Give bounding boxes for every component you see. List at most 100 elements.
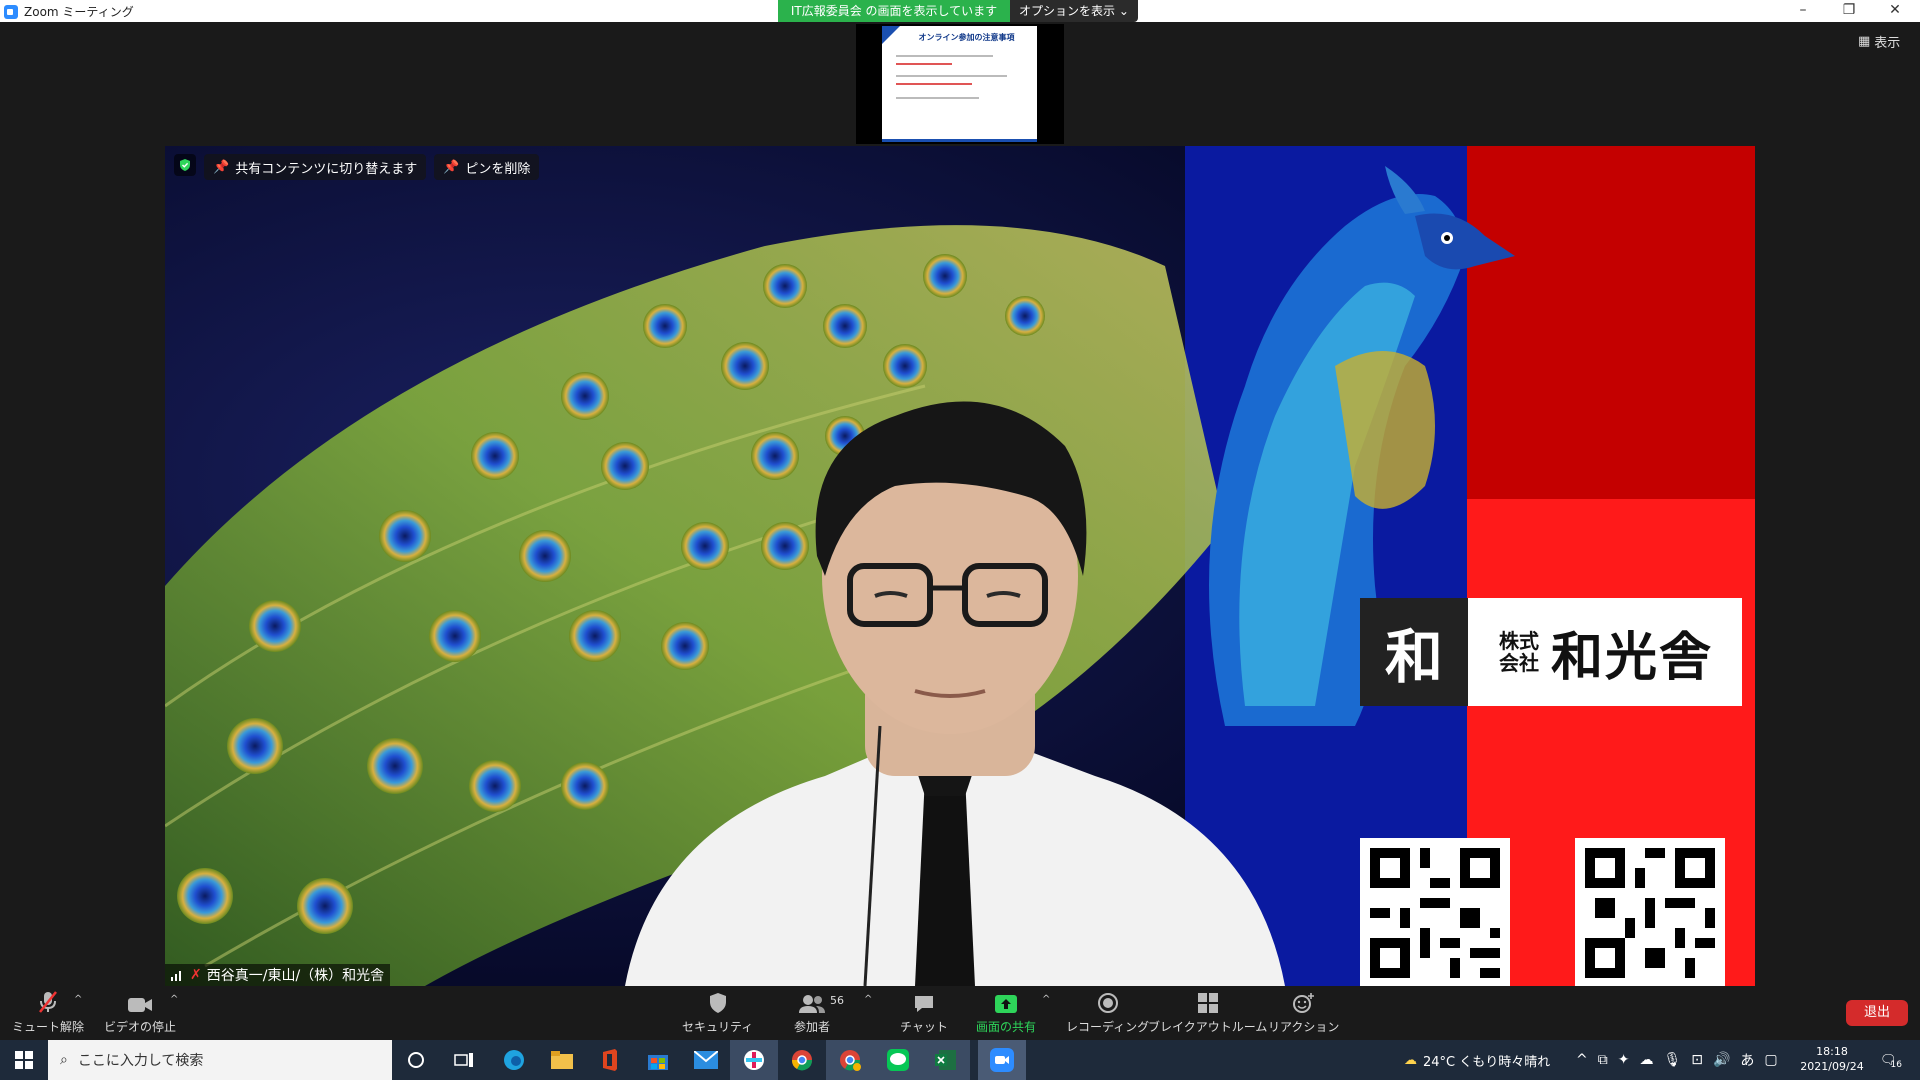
windows-taskbar: ⌕ ここに入力して検索 ☁ 24°C くもり時々晴れ ^ ⧉ ✦ ☁ 🎙 ⊡ 🔊…: [0, 1040, 1920, 1080]
qr-code: [1360, 838, 1510, 986]
taskbar-search-placeholder: ここに入力して検索: [77, 1053, 204, 1069]
participant-name-tag: ✗ 西谷真一/東山/（株）和光舎: [165, 964, 391, 986]
share-screen-icon: [994, 990, 1018, 1014]
logo-mark: 和: [1360, 598, 1468, 706]
chrome-profile-icon[interactable]: [826, 1040, 874, 1080]
chevron-down-icon: ⌄: [1118, 4, 1129, 18]
system-tray: ^ ⧉ ✦ ☁ 🎙 ⊡ 🔊 あ ▢: [1576, 1040, 1778, 1080]
leave-meeting-button[interactable]: 退出: [1846, 1000, 1908, 1026]
edge-icon[interactable]: [490, 1040, 538, 1080]
mail-icon[interactable]: [682, 1040, 730, 1080]
remove-pin-button[interactable]: 📌 ピンを削除: [434, 154, 540, 180]
logo-company-name: 和光舎: [1550, 626, 1713, 688]
remove-pin-label: ピンを削除: [465, 161, 531, 177]
view-button[interactable]: ▦ 表示: [1858, 32, 1900, 51]
volume-icon[interactable]: 🔊: [1713, 1052, 1730, 1068]
share-screen-button[interactable]: 画面の共有: [976, 990, 1036, 1035]
switch-to-shared-content-button[interactable]: 📌 共有コンテンツに切り替えます: [204, 154, 427, 180]
clock-date: 2021/09/24: [1800, 1060, 1864, 1073]
ime-indicator[interactable]: あ: [1740, 1050, 1754, 1070]
clock-time: 18:18: [1816, 1045, 1848, 1058]
chat-bubble-icon: [913, 990, 935, 1014]
signal-strength-icon: [171, 971, 181, 981]
share-screen-label: 画面の共有: [976, 1020, 1037, 1034]
line-icon[interactable]: [874, 1040, 922, 1080]
share-banner: IT広報委員会 の画面を表示しています: [778, 0, 1010, 22]
notification-count: 16: [1890, 1060, 1902, 1070]
qr-code-icon: [1585, 848, 1715, 978]
cloudy-sun-icon: ☁: [1404, 1052, 1417, 1068]
view-options-label: オプションを表示: [1019, 4, 1116, 18]
microphone-icon[interactable]: 🎙: [1663, 1052, 1681, 1068]
pin-icon: 📌: [213, 159, 230, 175]
slide-text-line: [896, 55, 994, 57]
active-speaker-video: 和 株式会社 和光舎 📌 共有コンテンツに切り替えます 📌 ピンを削除 ✗ 西谷…: [165, 146, 1755, 986]
video-options-caret-icon[interactable]: ^: [170, 994, 178, 1005]
slide-text-line: [896, 97, 980, 99]
window-title: Zoom ミーティング: [24, 5, 134, 19]
keyboard-icon[interactable]: ▢: [1764, 1052, 1777, 1068]
participant-name: 西谷真一/東山/（株）和光舎: [206, 968, 385, 984]
file-explorer-icon[interactable]: [538, 1040, 586, 1080]
qr-code: [1575, 838, 1725, 986]
slide-text-line: [896, 75, 1008, 77]
network-icon[interactable]: ⊡: [1691, 1052, 1703, 1068]
record-button[interactable]: レコーディング: [1066, 990, 1149, 1035]
zoom-window: Zoom ミーティング IT広報委員会 の画面を表示しています オプションを表示…: [0, 0, 1920, 1080]
taskbar-search-box[interactable]: ⌕ ここに入力して検索: [48, 1040, 392, 1080]
slide-corner-decoration: [882, 26, 900, 44]
participants-caret-icon[interactable]: ^: [864, 994, 872, 1005]
smiley-plus-icon: [1292, 990, 1316, 1014]
office-icon[interactable]: [586, 1040, 634, 1080]
tray-expand-icon[interactable]: ^: [1576, 1052, 1588, 1068]
windows-logo-icon: [15, 1051, 33, 1069]
slide-footer-bar: [882, 139, 1037, 142]
clock[interactable]: 18:18 2021/09/24: [1796, 1044, 1868, 1074]
reactions-button[interactable]: リアクション: [1268, 990, 1339, 1035]
onedrive-icon[interactable]: ☁: [1639, 1052, 1653, 1068]
record-icon: [1097, 990, 1119, 1014]
breakout-rooms-button[interactable]: ブレイクアウトルーム: [1148, 990, 1267, 1035]
participants-count: 56: [830, 994, 844, 1007]
grid-icon: ▦: [1858, 34, 1871, 49]
record-label: レコーディング: [1066, 1020, 1150, 1034]
company-logo: 和 株式会社 和光舎: [1360, 598, 1742, 706]
meeting-toolbar: ミュート解除 ^ ビデオの停止 ^ セキュリティ 参加者 56 ^ チャット 画…: [0, 986, 1920, 1040]
dropbox-icon[interactable]: ✦: [1618, 1052, 1630, 1068]
breakout-rooms-label: ブレイクアウトルーム: [1148, 1020, 1268, 1034]
cortana-button[interactable]: [392, 1040, 440, 1080]
notification-center-button[interactable]: 🗨 16: [1880, 1040, 1902, 1080]
minimize-button[interactable]: –: [1780, 0, 1826, 22]
slack-icon[interactable]: [730, 1040, 778, 1080]
chrome-icon[interactable]: [778, 1040, 826, 1080]
participants-button[interactable]: 参加者: [794, 990, 830, 1035]
view-options-button[interactable]: オプションを表示 ⌄: [1010, 0, 1138, 22]
security-button[interactable]: セキュリティ: [682, 990, 753, 1035]
store-icon[interactable]: [634, 1040, 682, 1080]
audio-options-caret-icon[interactable]: ^: [74, 994, 82, 1005]
weather-text: 24°C くもり時々晴れ: [1423, 1054, 1551, 1070]
view-label: 表示: [1874, 36, 1901, 51]
chat-button[interactable]: チャット: [900, 990, 948, 1035]
excel-icon[interactable]: [922, 1040, 970, 1080]
weather-widget[interactable]: ☁ 24°C くもり時々晴れ: [1404, 1040, 1550, 1080]
shared-screen-thumbnail[interactable]: オンライン参加の注意事項: [856, 24, 1064, 144]
tray-app-icon[interactable]: ⧉: [1598, 1052, 1608, 1068]
zoom-taskbar-icon[interactable]: [978, 1040, 1026, 1080]
encryption-shield-icon[interactable]: [174, 154, 196, 176]
switch-to-shared-content-label: 共有コンテンツに切り替えます: [235, 161, 418, 177]
participant-image: [625, 401, 1285, 986]
unmute-label: ミュート解除: [12, 1020, 85, 1034]
windows-start-button[interactable]: [0, 1040, 48, 1080]
restore-button[interactable]: ❐: [1826, 0, 1872, 22]
logo-text: 株式会社 和光舎: [1468, 598, 1742, 706]
close-button[interactable]: ✕: [1872, 0, 1918, 22]
shared-slide: オンライン参加の注意事項: [882, 26, 1037, 142]
share-options-caret-icon[interactable]: ^: [1042, 994, 1050, 1005]
qr-code-icon: [1370, 848, 1500, 978]
task-view-button[interactable]: [440, 1040, 488, 1080]
stop-video-button[interactable]: ビデオの停止: [104, 990, 176, 1035]
participants-label: 参加者: [794, 1020, 831, 1034]
reactions-label: リアクション: [1268, 1020, 1340, 1034]
slide-title: オンライン参加の注意事項: [918, 33, 1015, 42]
